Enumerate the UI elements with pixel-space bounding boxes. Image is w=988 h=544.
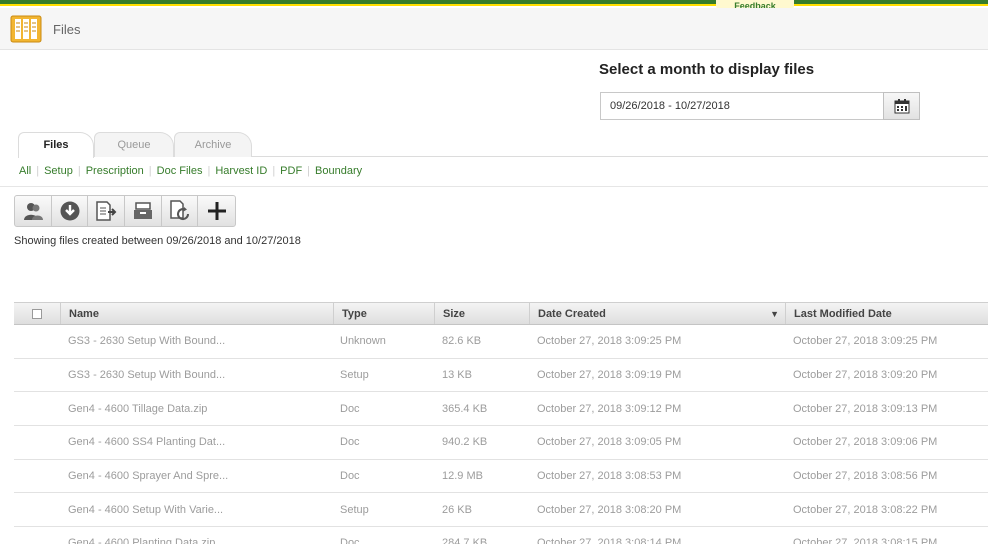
cell-size: 940.2 KB [442, 436, 488, 449]
cell-last-modified: October 27, 2018 3:09:13 PM [793, 402, 938, 415]
add-icon [207, 202, 226, 220]
share-users-icon [23, 203, 43, 220]
tab-queue[interactable]: Queue [94, 132, 174, 157]
export-button[interactable] [88, 196, 126, 226]
column-header-type[interactable]: Type [333, 303, 434, 324]
cell-size: 13 KB [442, 369, 472, 382]
file-toolbar [14, 195, 237, 227]
table-row[interactable]: Gen4 - 4600 Tillage Data.zip Doc 365.4 KB O… [14, 392, 988, 427]
refresh-button[interactable] [162, 196, 199, 226]
cell-name[interactable]: Gen4 - 4600 Setup With Varie... [68, 493, 328, 526]
month-picker-title: Select a month to display files [599, 61, 815, 78]
file-tabs: Files Queue Archive [18, 132, 988, 158]
share-button[interactable] [15, 196, 52, 226]
tab-files[interactable]: Files [18, 132, 94, 158]
date-range-input[interactable] [600, 92, 884, 120]
table-row[interactable]: Gen4 - 4600 Planting Data.zip Doc 284.7 KB… [14, 527, 988, 544]
cell-date-created: October 27, 2018 3:09:12 PM [537, 402, 682, 415]
table-row[interactable]: Gen4 - 4600 SS4 Planting Dat... Doc 940.2 … [14, 426, 988, 460]
cell-date-created: October 27, 2018 3:08:14 PM [537, 537, 682, 544]
showing-range-text: Showing files created between 09/26/2018… [14, 235, 301, 247]
cell-last-modified: October 27, 2018 3:09:25 PM [793, 335, 938, 348]
cell-date-created: October 27, 2018 3:08:20 PM [537, 503, 682, 516]
filter-divider: | [272, 165, 276, 177]
cell-size: 26 KB [442, 503, 472, 516]
table-row[interactable]: GS3 - 2630 Setup With Bound... Setup 13 KB… [14, 359, 988, 393]
filter-divider: | [307, 165, 311, 177]
cell-last-modified: October 27, 2018 3:08:56 PM [793, 470, 938, 483]
cell-date-created: October 27, 2018 3:08:53 PM [537, 470, 682, 483]
filter-divider: | [77, 165, 81, 177]
download-icon [60, 201, 80, 221]
cell-type: Doc [340, 470, 360, 483]
table-body: GS3 - 2630 Setup With Bound... Unknown 82.… [14, 325, 988, 544]
refresh-icon [169, 200, 189, 221]
table-header: Name Type Size Date Created ▼ Last Modif… [14, 302, 988, 325]
tab-archive[interactable]: Archive [174, 132, 252, 157]
filter-boundary[interactable]: Boundary [315, 165, 362, 177]
filter-prescription[interactable]: Prescription [86, 165, 144, 177]
column-header-name[interactable]: Name [60, 303, 333, 324]
select-all-cell [14, 303, 60, 324]
cell-size: 82.6 KB [442, 335, 482, 348]
cell-last-modified: October 27, 2018 3:08:22 PM [793, 503, 938, 516]
cell-type: Doc [340, 537, 360, 544]
filter-harvest-id[interactable]: Harvest ID [215, 165, 267, 177]
cell-name[interactable]: GS3 - 2630 Setup With Bound... [68, 325, 328, 358]
filter-divider: | [36, 165, 40, 177]
archive-icon [133, 202, 152, 219]
calendar-icon [894, 99, 909, 114]
cell-last-modified: October 27, 2018 3:09:20 PM [793, 369, 938, 382]
calendar-button[interactable] [883, 92, 920, 120]
cell-type: Doc [340, 402, 360, 415]
download-button[interactable] [52, 196, 89, 226]
archive-button[interactable] [125, 196, 162, 226]
date-created-label: Date Created [538, 307, 606, 320]
table-row[interactable]: GS3 - 2630 Setup With Bound... Unknown 82.… [14, 325, 988, 359]
filter-divider: | [207, 165, 211, 177]
filter-divider: | [148, 165, 152, 177]
cell-type: Setup [340, 503, 369, 516]
cell-name[interactable]: Gen4 - 4600 Planting Data.zip [68, 527, 328, 544]
cell-date-created: October 27, 2018 3:09:25 PM [537, 335, 682, 348]
table-row[interactable]: Gen4 - 4600 Setup With Varie... Setup 26 K… [14, 493, 988, 528]
filter-all[interactable]: All [19, 165, 31, 177]
cell-name[interactable]: Gen4 - 4600 SS4 Planting Dat... [68, 426, 328, 459]
filter-pdf[interactable]: PDF [280, 165, 302, 177]
top-brand-stripe [0, 0, 988, 6]
cell-date-created: October 27, 2018 3:09:19 PM [537, 369, 682, 382]
cell-size: 12.9 MB [442, 470, 483, 483]
cell-size: 284.7 KB [442, 537, 488, 544]
cell-date-created: October 27, 2018 3:09:05 PM [537, 436, 682, 449]
export-icon [96, 201, 117, 221]
column-header-size[interactable]: Size [434, 303, 529, 324]
cell-name[interactable]: Gen4 - 4600 Sprayer And Spre... [68, 460, 328, 493]
add-file-button[interactable] [198, 196, 235, 226]
table-row[interactable]: Gen4 - 4600 Sprayer And Spre... Doc 12.9 M… [14, 460, 988, 494]
cell-name[interactable]: GS3 - 2630 Setup With Bound... [68, 359, 328, 392]
files-table: Name Type Size Date Created ▼ Last Modif… [14, 302, 988, 544]
column-header-date-created[interactable]: Date Created ▼ [529, 303, 785, 324]
cell-last-modified: October 27, 2018 3:09:06 PM [793, 436, 938, 449]
cell-type: Unknown [340, 335, 386, 348]
filter-divider-line [0, 186, 988, 187]
cell-size: 365.4 KB [442, 402, 488, 415]
cell-last-modified: October 27, 2018 3:08:15 PM [793, 537, 938, 544]
app-header: Files [0, 8, 988, 50]
page-title: Files [53, 22, 81, 37]
select-all-checkbox[interactable] [32, 308, 42, 319]
file-type-filters: All | Setup | Prescription | Doc Files |… [19, 165, 362, 177]
files-app-icon [10, 15, 42, 43]
filter-setup[interactable]: Setup [44, 165, 73, 177]
cell-type: Doc [340, 436, 360, 449]
cell-type: Setup [340, 369, 369, 382]
sort-descending-icon[interactable]: ▼ [770, 309, 779, 319]
column-header-last-modified[interactable]: Last Modified Date [785, 303, 988, 324]
cell-name[interactable]: Gen4 - 4600 Tillage Data.zip [68, 392, 328, 425]
filter-doc-files[interactable]: Doc Files [157, 165, 203, 177]
